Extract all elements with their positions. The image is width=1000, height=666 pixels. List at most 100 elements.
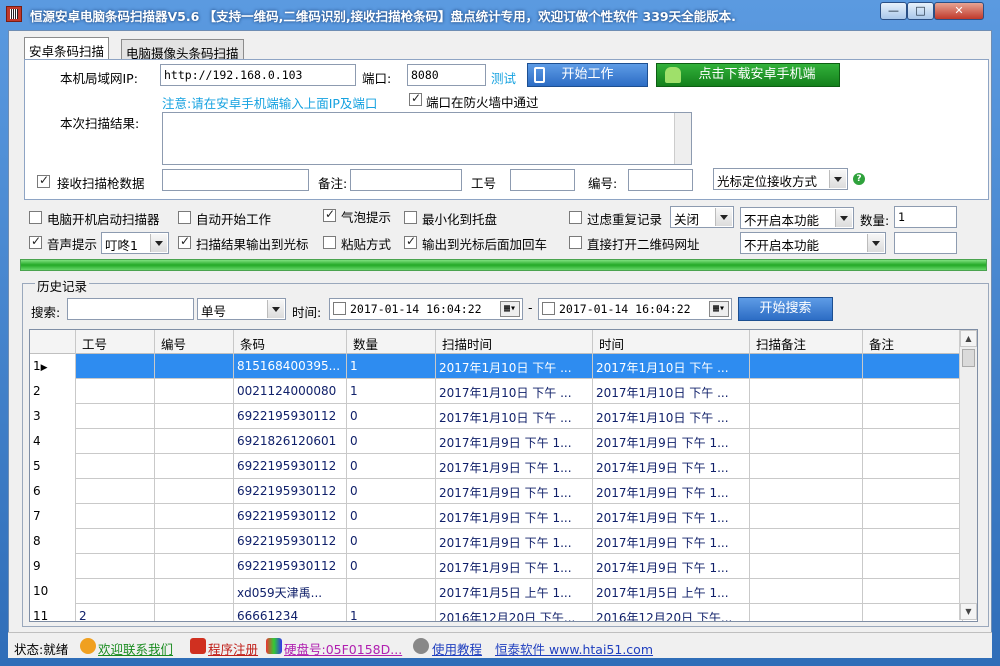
sound-select[interactable]: 叮咚1 [101, 232, 169, 254]
cell-quantity[interactable]: 0 [347, 404, 436, 429]
cell-row-index[interactable]: 1▶ [30, 354, 76, 379]
cell-time[interactable]: 2017年1月10日 下午 ... [593, 379, 750, 404]
cell-barcode[interactable]: 6922195930112 [234, 454, 347, 479]
table-scrollbar[interactable]: ▲ ▼ [959, 330, 977, 620]
header-remark[interactable]: 备注 [863, 330, 963, 354]
scroll-down-icon[interactable]: ▼ [960, 603, 977, 620]
cell-barcode[interactable]: 0021124000080 [234, 379, 347, 404]
disk-id-link[interactable]: 硬盘号:05F0158D... [284, 639, 402, 658]
cell-barcode[interactable]: 6922195930112 [234, 504, 347, 529]
close-button[interactable]: ✕ [934, 2, 984, 20]
cell-quantity[interactable]: 0 [347, 429, 436, 454]
tutorial-link[interactable]: 使用教程 [432, 639, 482, 658]
cell-remark[interactable] [863, 479, 963, 504]
autostart-checkbox[interactable] [29, 211, 42, 224]
output-cursor-checkbox[interactable] [178, 234, 191, 249]
download-android-button[interactable]: 点击下载安卓手机端 [656, 63, 840, 87]
minimize-button[interactable]: — [880, 2, 907, 20]
cell-worker[interactable]: 2 [76, 604, 155, 621]
cell-scan-time[interactable]: 2017年1月9日 下午 1... [436, 429, 593, 454]
date-from-checkbox[interactable] [333, 302, 346, 315]
cell-remark[interactable] [863, 429, 963, 454]
contact-link[interactable]: 欢迎联系我们 [98, 639, 173, 658]
cell-remark[interactable] [863, 579, 963, 604]
tab-camera-scan[interactable]: 电脑摄像头条码扫描 [121, 39, 244, 61]
cell-time[interactable]: 2017年1月9日 下午 1... [593, 454, 750, 479]
cell-row-index[interactable]: 6 [30, 479, 76, 504]
cell-quantity[interactable]: 0 [347, 479, 436, 504]
cell-time[interactable]: 2017年1月10日 下午 ... [593, 354, 750, 379]
cell-time[interactable]: 2017年1月10日 下午 ... [593, 404, 750, 429]
table-row[interactable]: 10 xd059天津禹... 2017年1月5日 上午 1... 2017年1月5日 … [30, 579, 965, 604]
cell-barcode[interactable]: 6922195930112 [234, 529, 347, 554]
calendar-icon[interactable]: ▦▾ [500, 301, 520, 317]
cell-scan-remark[interactable] [750, 354, 863, 379]
cell-quantity[interactable]: 0 [347, 454, 436, 479]
cell-worker[interactable] [76, 379, 155, 404]
header-number[interactable]: 编号 [155, 330, 234, 354]
bubble-checkbox[interactable] [323, 207, 336, 222]
cell-scan-remark[interactable] [750, 554, 863, 579]
cell-scan-time[interactable]: 2016年12月20日 下午... [436, 604, 593, 621]
cell-quantity[interactable]: 1 [347, 604, 436, 621]
cell-scan-remark[interactable] [750, 404, 863, 429]
paste-mode-checkbox[interactable] [323, 236, 336, 249]
calendar-icon[interactable]: ▦▾ [709, 301, 729, 317]
cell-scan-remark[interactable] [750, 479, 863, 504]
cell-time[interactable]: 2016年12月20日 下午... [593, 604, 750, 621]
table-row[interactable]: 1▶ 815168400395... 1 2017年1月10日 下午 ... 2017年… [30, 354, 965, 379]
table-row[interactable]: 3 6922195930112 0 2017年1月10日 下午 ... 2017年1月1… [30, 404, 965, 429]
cell-quantity[interactable]: 0 [347, 504, 436, 529]
cell-quantity[interactable]: 1 [347, 354, 436, 379]
remark-input[interactable] [350, 169, 462, 191]
title-bar[interactable]: 恒源安卓电脑条码扫描器V5.6 【支持一维码,二维码识别,接收扫描枪条码】盘点统… [0, 0, 1000, 28]
cell-number[interactable] [155, 604, 234, 621]
cell-barcode[interactable]: 66661234 [234, 604, 347, 621]
filter-duplicate-checkbox[interactable] [569, 211, 582, 224]
port-input[interactable]: 8080 [407, 64, 486, 86]
autowork-checkbox[interactable] [178, 211, 191, 224]
table-row[interactable]: 4 6921826120601 0 2017年1月9日 下午 1... 2017年1月9… [30, 429, 965, 454]
cell-scan-time[interactable]: 2017年1月10日 下午 ... [436, 404, 593, 429]
cell-scan-time[interactable]: 2017年1月9日 下午 1... [436, 479, 593, 504]
cell-number[interactable] [155, 454, 234, 479]
cell-barcode[interactable]: 6922195930112 [234, 404, 347, 429]
header-worker[interactable]: 工号 [76, 330, 155, 354]
scanner-data-input[interactable] [162, 169, 309, 191]
number-input[interactable] [628, 169, 693, 191]
receive-mode-select[interactable]: 光标定位接收方式 [713, 168, 848, 190]
cell-row-index[interactable]: 5 [30, 454, 76, 479]
cell-number[interactable] [155, 554, 234, 579]
cell-scan-remark[interactable] [750, 504, 863, 529]
cell-worker[interactable] [76, 579, 155, 604]
cell-time[interactable]: 2017年1月5日 上午 1... [593, 579, 750, 604]
ip-input[interactable]: http://192.168.0.103 [160, 64, 356, 86]
sound-checkbox[interactable] [29, 234, 42, 249]
cell-row-index[interactable]: 2 [30, 379, 76, 404]
table-row[interactable]: 2 0021124000080 1 2017年1月10日 下午 ... 2017年1月1… [30, 379, 965, 404]
cell-number[interactable] [155, 529, 234, 554]
cell-number[interactable] [155, 354, 234, 379]
cell-row-index[interactable]: 7 [30, 504, 76, 529]
cell-scan-time[interactable]: 2017年1月10日 下午 ... [436, 354, 593, 379]
cell-time[interactable]: 2017年1月9日 下午 1... [593, 479, 750, 504]
tray-checkbox[interactable] [404, 211, 417, 224]
register-link[interactable]: 程序注册 [208, 639, 258, 658]
append-enter-checkbox[interactable] [404, 234, 417, 249]
cell-scan-time[interactable]: 2017年1月9日 下午 1... [436, 504, 593, 529]
cell-worker[interactable] [76, 529, 155, 554]
cell-remark[interactable] [863, 529, 963, 554]
result-scrollbar[interactable] [674, 113, 691, 164]
cell-scan-time[interactable]: 2017年1月9日 下午 1... [436, 529, 593, 554]
cell-barcode[interactable]: 6922195930112 [234, 554, 347, 579]
test-link[interactable]: 测试 [491, 68, 516, 87]
header-quantity[interactable]: 数量 [347, 330, 436, 354]
cell-row-index[interactable]: 3 [30, 404, 76, 429]
cell-worker[interactable] [76, 504, 155, 529]
qty-input[interactable]: 1 [894, 206, 957, 228]
table-row[interactable]: 7 6922195930112 0 2017年1月9日 下午 1... 2017年1月9… [30, 504, 965, 529]
header-barcode[interactable]: 条码 [234, 330, 347, 354]
date-to-checkbox[interactable] [542, 302, 555, 315]
cell-scan-remark[interactable] [750, 379, 863, 404]
search-field-select[interactable]: 单号 [197, 298, 286, 320]
